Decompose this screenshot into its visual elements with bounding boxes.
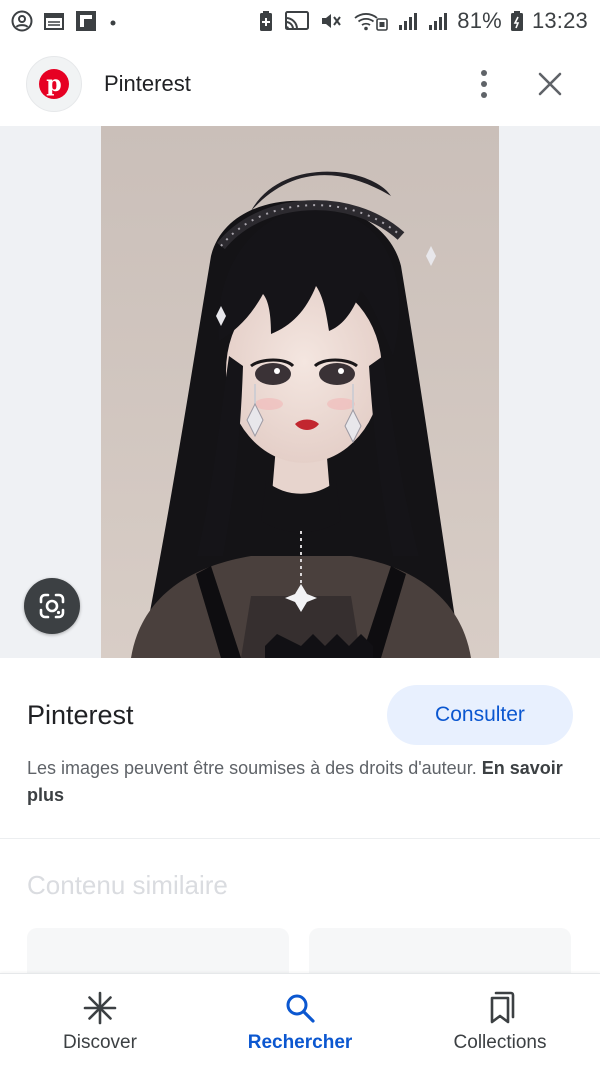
- battery-saver-icon: [257, 9, 275, 33]
- signal-icon: [427, 9, 449, 33]
- bottom-navigation: Discover Rechercher Collections: [0, 973, 600, 1067]
- similar-content-title: Contenu similaire: [27, 870, 228, 900]
- search-icon: [283, 988, 317, 1028]
- copyright-notice: Les images peuvent être soumises à des d…: [27, 755, 573, 809]
- signal-icon: [397, 9, 419, 33]
- flipboard-icon: [74, 9, 98, 33]
- nav-label: Discover: [63, 1031, 137, 1053]
- status-bar: 81% 13:23: [0, 0, 600, 42]
- pinterest-logo-letter: p: [46, 71, 62, 97]
- lens-search-button[interactable]: [24, 578, 80, 634]
- mute-icon: [319, 9, 345, 33]
- close-button[interactable]: [526, 60, 574, 108]
- calendar-icon: [42, 9, 66, 33]
- google-lens-icon: [39, 593, 65, 619]
- nav-label: Rechercher: [247, 1031, 353, 1053]
- pinterest-icon: p: [39, 69, 69, 99]
- app-header: p Pinterest: [0, 42, 600, 126]
- pinterest-logo: p: [26, 56, 82, 112]
- divider: [0, 838, 600, 839]
- account-circle-icon: [10, 9, 34, 33]
- wifi-icon: [353, 9, 389, 33]
- clock: 13:23: [531, 8, 588, 33]
- bookmark-icon: [483, 988, 517, 1028]
- battery-percent: 81%: [457, 8, 502, 33]
- result-image[interactable]: [101, 126, 499, 658]
- source-name: Pinterest: [27, 699, 134, 730]
- result-info: Pinterest Consulter Les images peuvent ê…: [0, 658, 600, 838]
- anime-portrait-illustration: [101, 126, 499, 658]
- more-options-button[interactable]: [460, 60, 508, 108]
- consult-button[interactable]: Consulter: [387, 685, 573, 745]
- copyright-text: Les images peuvent être soumises à des d…: [27, 758, 482, 778]
- cast-icon: [283, 9, 311, 33]
- image-preview-area: [0, 126, 600, 658]
- dot-icon: [106, 9, 120, 33]
- battery-icon: [510, 9, 524, 33]
- status-bar-right: 81% 13:23: [257, 8, 588, 34]
- nav-collections[interactable]: Collections: [400, 974, 600, 1067]
- nav-search[interactable]: Rechercher: [200, 974, 400, 1067]
- status-bar-left: [10, 9, 120, 33]
- page-title: Pinterest: [104, 71, 191, 96]
- asterisk-icon: [82, 988, 118, 1028]
- nav-label: Collections: [453, 1031, 547, 1053]
- more-vert-icon: [481, 70, 487, 98]
- close-icon: [538, 72, 562, 96]
- nav-discover[interactable]: Discover: [0, 974, 200, 1067]
